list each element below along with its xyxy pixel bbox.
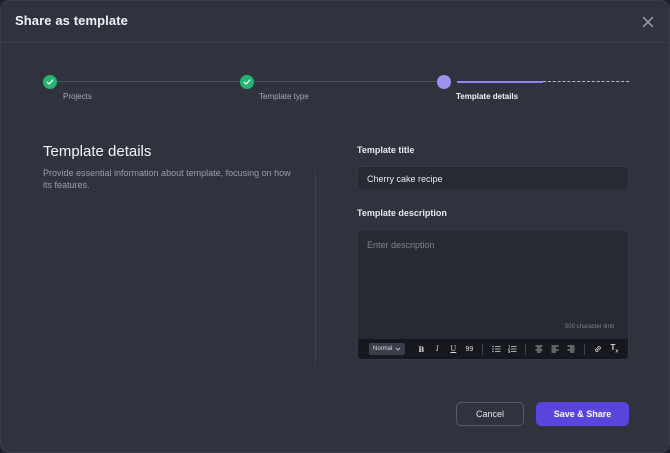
italic-icon: I xyxy=(435,345,439,353)
align-left-icon xyxy=(551,345,559,353)
column-divider xyxy=(315,169,316,367)
template-title-label: Template title xyxy=(357,145,415,155)
link-button[interactable] xyxy=(590,342,606,356)
template-description-label: Template description xyxy=(357,208,447,218)
align-center-icon xyxy=(535,345,543,353)
step-2-label: Template type xyxy=(259,92,309,101)
check-icon xyxy=(46,79,54,85)
cancel-button[interactable]: Cancel xyxy=(456,402,524,426)
step-1-label: Projects xyxy=(63,92,92,101)
chevron-down-icon xyxy=(396,347,401,351)
numbered-list-icon xyxy=(507,345,517,353)
section-heading: Template details xyxy=(43,143,152,160)
step-3-indicator[interactable] xyxy=(437,75,451,89)
editor-toolbar: Normal B I U 99 Tx xyxy=(358,339,628,359)
underline-button[interactable]: U xyxy=(445,342,461,356)
text-style-value: Normal xyxy=(373,346,393,352)
save-and-share-button[interactable]: Save & Share xyxy=(536,402,629,426)
share-template-dialog: Share as template Projects Template type… xyxy=(0,0,670,453)
underline-icon: U xyxy=(450,345,457,353)
character-limit-hint: 500 character limit xyxy=(564,324,614,330)
dialog-title: Share as template xyxy=(15,13,128,28)
align-right-button[interactable] xyxy=(563,342,579,356)
bold-button[interactable]: B xyxy=(413,342,429,356)
toolbar-separator xyxy=(482,343,484,355)
stepper: Projects Template type Template details xyxy=(1,71,669,111)
toolbar-separator xyxy=(584,343,586,355)
close-button[interactable] xyxy=(639,13,657,31)
step-2-indicator[interactable] xyxy=(240,75,254,89)
toolbar-separator xyxy=(525,343,527,355)
numbered-list-button[interactable] xyxy=(504,342,520,356)
bullet-list-icon xyxy=(492,345,501,353)
link-icon xyxy=(595,346,602,352)
dialog-header: Share as template xyxy=(1,1,669,43)
close-icon xyxy=(642,16,654,28)
description-editor: 500 character limit Normal B I U 99 xyxy=(357,229,629,360)
step-remaining-line xyxy=(543,81,629,82)
step-progress-bar xyxy=(457,81,543,83)
check-icon xyxy=(243,79,251,85)
quote-button[interactable]: 99 xyxy=(461,342,477,356)
bullet-list-button[interactable] xyxy=(488,342,504,356)
align-left-button[interactable] xyxy=(547,342,563,356)
template-title-input[interactable] xyxy=(357,166,629,191)
align-right-icon xyxy=(567,345,575,353)
section-description: Provide essential information about temp… xyxy=(43,168,291,190)
step-connector xyxy=(57,81,240,82)
text-style-select[interactable]: Normal xyxy=(369,343,406,355)
step-3-label: Template details xyxy=(456,92,519,101)
step-connector xyxy=(254,81,437,82)
clear-format-button[interactable]: Tx xyxy=(606,342,622,356)
quote-icon: 99 xyxy=(465,345,474,353)
align-center-button[interactable] xyxy=(531,342,547,356)
bold-icon: B xyxy=(418,344,425,354)
italic-button[interactable]: I xyxy=(429,342,445,356)
clear-format-icon: Tx xyxy=(610,343,619,355)
step-1-indicator[interactable] xyxy=(43,75,57,89)
